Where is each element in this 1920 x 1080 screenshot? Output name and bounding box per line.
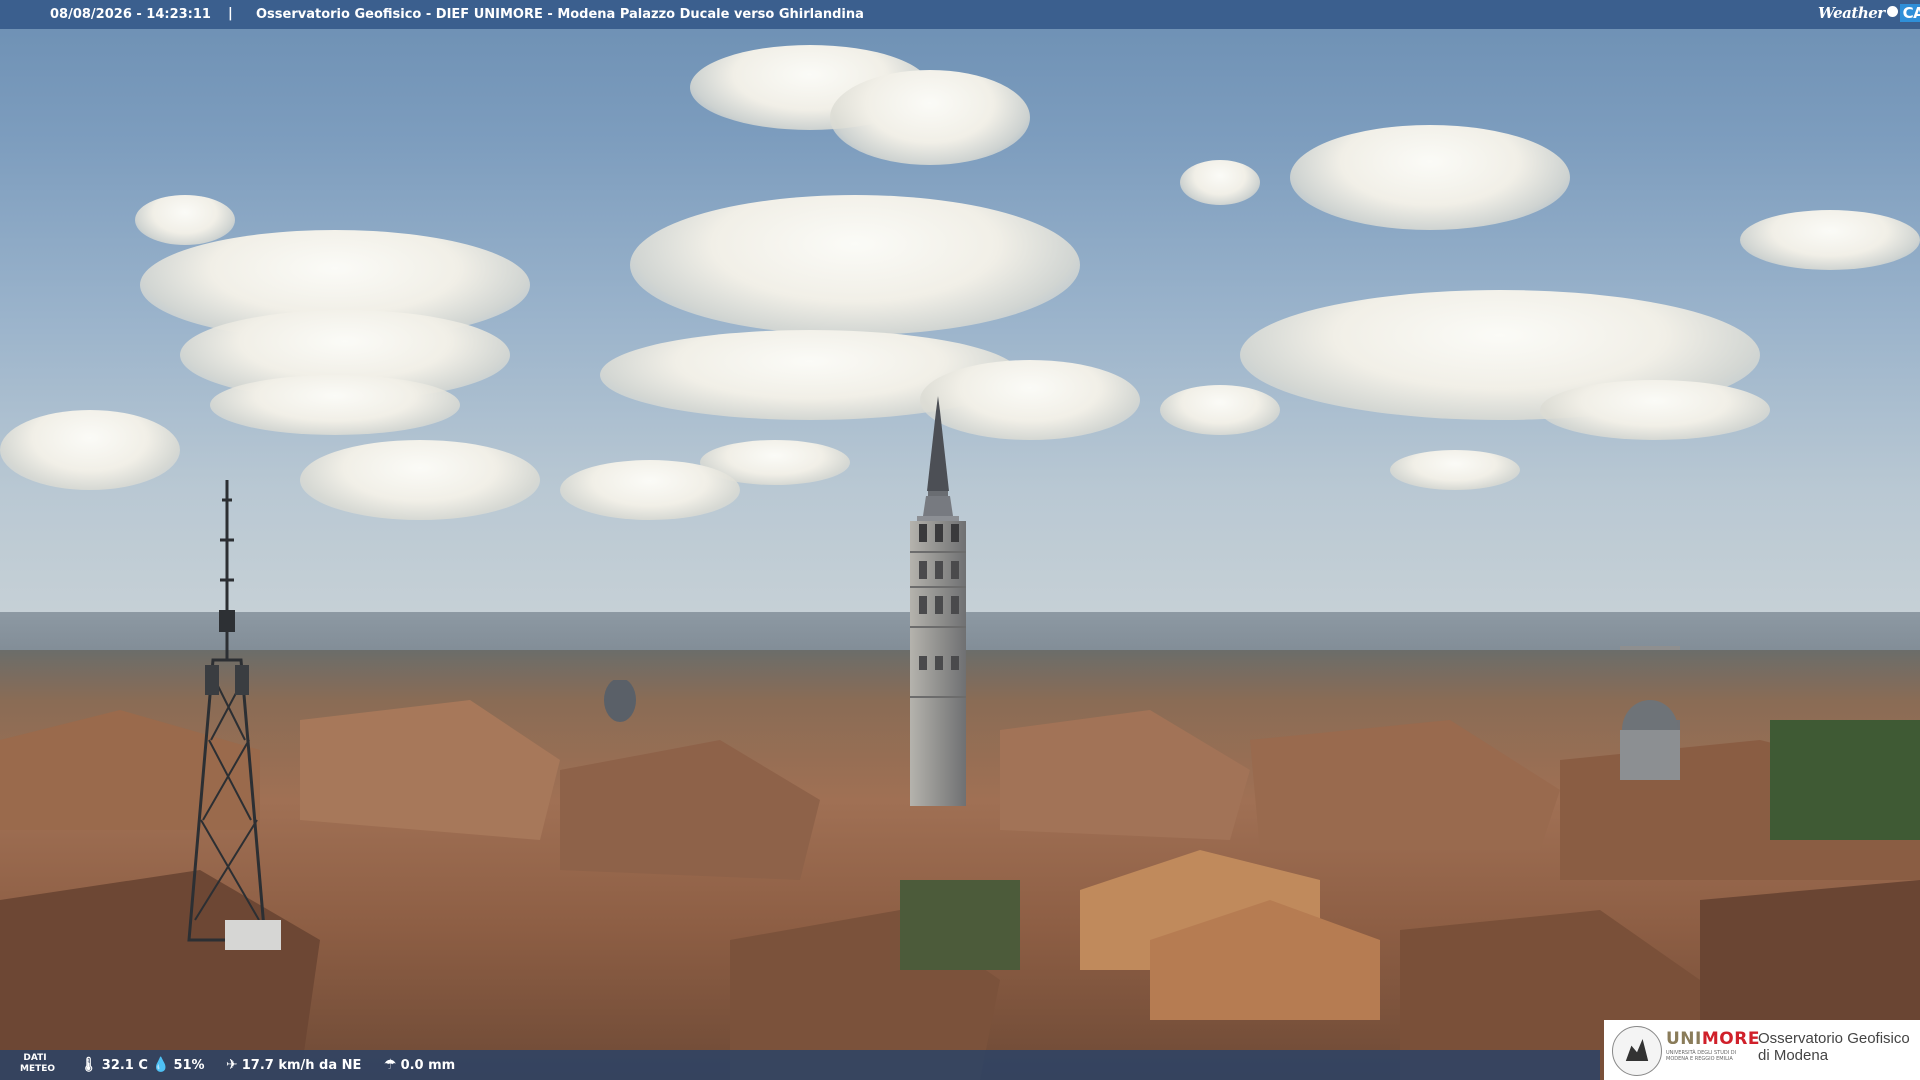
dati-label: DATI: [23, 1053, 47, 1063]
rain-reading: ☂ 0.0 mm: [384, 1057, 455, 1073]
rain-value: 0.0 mm: [400, 1058, 456, 1073]
wind-value: 17.7 km/h da NE: [241, 1058, 362, 1073]
cloud: [135, 195, 235, 245]
header-separator: |: [228, 6, 233, 21]
humidity-value: 51%: [173, 1058, 205, 1073]
unimore-uni: UNI: [1666, 1029, 1702, 1049]
cloud: [1290, 125, 1570, 230]
wind-reading: ✈ 17.7 km/h da NE: [226, 1057, 361, 1073]
meteo-label: METEO: [20, 1064, 56, 1074]
unimore-logo-panel[interactable]: UNIMORE UNIVERSITÀ DEGLI STUDI DI MODENA…: [1604, 1020, 1920, 1080]
temperature-reading: 🌡 32.1 C: [80, 1057, 148, 1073]
observatory-line1: Osservatorio Geofisico: [1758, 1030, 1910, 1047]
cloud: [830, 70, 1030, 165]
university-seal-icon: [1612, 1026, 1662, 1076]
thermometer-icon: 🌡: [80, 1057, 98, 1073]
unimore-wordmark: UNIMORE: [1666, 1029, 1760, 1049]
dati-meteo-label: DATI METEO: [20, 1053, 56, 1075]
antenna-mast: [187, 480, 281, 950]
cloud: [1160, 385, 1280, 435]
cloud: [1540, 380, 1770, 440]
humidity-icon: 💧: [152, 1057, 170, 1073]
weathercam-logo[interactable]: Weather CAM: [1818, 4, 1920, 26]
timestamp: 08/08/2026 - 14:23:11: [50, 7, 211, 22]
cloud: [1390, 450, 1520, 490]
cloud: [0, 410, 180, 490]
cloud: [300, 440, 540, 520]
camera-title: Osservatorio Geofisico - DIEF UNIMORE - …: [256, 7, 864, 22]
cloud: [630, 195, 1080, 335]
temperature-value: 32.1 C: [101, 1058, 148, 1073]
ghirlandina-tower: [910, 396, 966, 806]
unimore-subtitle: UNIVERSITÀ DEGLI STUDI DI MODENA E REGGI…: [1666, 1050, 1737, 1062]
observatory-name: Osservatorio Geofisico di Modena: [1758, 1030, 1910, 1064]
brand-cam-text: CAM: [1899, 4, 1920, 22]
rain-icon: ☂: [384, 1057, 397, 1073]
brand-weather-text: Weather: [1818, 4, 1885, 22]
brand-dot-icon: [1886, 6, 1898, 17]
cloud: [1180, 160, 1260, 205]
observatory-line2: di Modena: [1758, 1047, 1829, 1064]
webcam-image: [0, 0, 1920, 1080]
weather-data-bar: DATI METEO 🌡 32.1 C 💧 51% ✈ 17.7 km/h da NE…: [0, 1050, 1600, 1080]
cloud: [1740, 210, 1920, 270]
header-bar: 08/08/2026 - 14:23:11 | Osservatorio Geo…: [0, 0, 1920, 29]
cloud: [210, 375, 460, 435]
humidity-reading: 💧 51%: [152, 1057, 205, 1073]
wind-icon: ✈: [226, 1057, 238, 1073]
unimore-more: MORE: [1701, 1029, 1760, 1049]
cloud: [560, 460, 740, 520]
